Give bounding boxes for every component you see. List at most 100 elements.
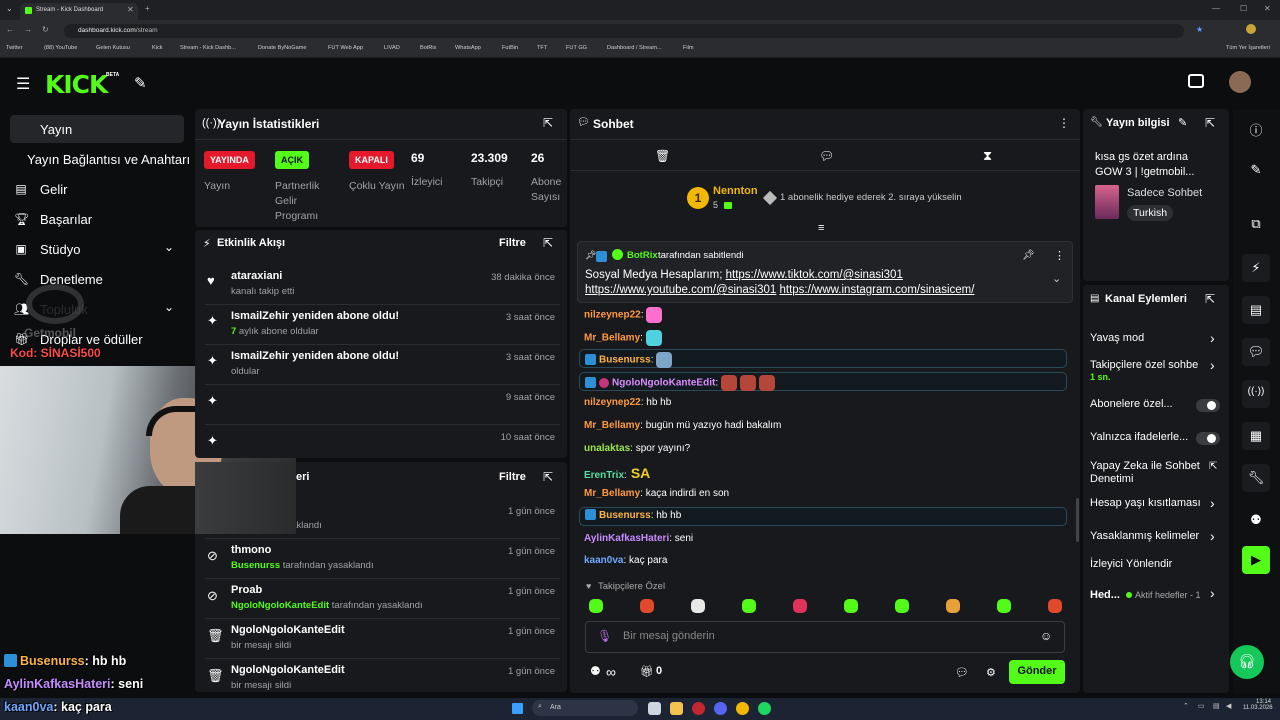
tray-volume-icon[interactable]: ◀ xyxy=(1226,702,1231,710)
windows-start-icon[interactable] xyxy=(512,703,523,714)
chrome-icon[interactable] xyxy=(736,702,749,715)
emoji-picker-icon[interactable]: ☺ xyxy=(1040,629,1052,643)
user-avatar[interactable] xyxy=(1229,71,1251,93)
chevron-down-icon[interactable]: ⌄ xyxy=(164,240,174,254)
chat-scrollbar[interactable] xyxy=(1076,498,1079,542)
bookmark-link[interactable]: BotRix xyxy=(420,45,436,51)
bookmark-star-icon[interactable]: ★ xyxy=(1196,25,1203,34)
chat-username[interactable]: Busenurss xyxy=(599,510,651,521)
bookmark-link[interactable]: Dashboard / Stream... xyxy=(607,45,662,51)
toggle-switch[interactable] xyxy=(1196,399,1220,412)
chevron-down-icon[interactable]: ⌄ xyxy=(164,300,174,314)
follower-emote[interactable] xyxy=(589,599,603,613)
popout-icon[interactable]: ⇱ xyxy=(543,470,553,484)
chat-username[interactable]: AylinKafkasHateri xyxy=(584,533,669,544)
pin-tool-icon[interactable]: ✎ xyxy=(134,74,147,92)
all-bookmarks-link[interactable]: Tüm Yer İşaretleri xyxy=(1226,45,1270,51)
sidebar-item-stream-key[interactable]: Yayın Bağlantısı ve Anahtarı xyxy=(10,145,200,173)
edit-pencil-icon[interactable]: ✎ xyxy=(1242,156,1270,184)
chat-username[interactable]: Busenurss xyxy=(599,355,651,366)
taskbar-clock[interactable]: 13:14 11.03.2026 xyxy=(1243,699,1273,711)
chevron-right-icon[interactable]: › xyxy=(1210,528,1215,544)
more-options-icon[interactable]: ⋮ xyxy=(1058,116,1070,130)
opera-icon[interactable] xyxy=(692,702,705,715)
chevron-right-icon[interactable]: › xyxy=(1210,585,1215,601)
bookmark-link[interactable]: FutBin xyxy=(502,45,518,51)
bookmark-link[interactable]: Donate ByNoGame xyxy=(258,45,307,51)
hourglass-icon[interactable]: ⧗ xyxy=(983,148,992,164)
unpin-icon[interactable]: 📌︎ xyxy=(1022,250,1035,261)
chat-username[interactable]: Mr_Bellamy xyxy=(584,333,640,344)
bookmark-link[interactable]: Twitter xyxy=(6,45,22,51)
spotify-icon[interactable] xyxy=(758,702,771,715)
chat-rules-icon[interactable]: 💬︎ xyxy=(955,666,969,679)
chat-username[interactable]: nilzeynep22 xyxy=(584,310,641,321)
tray-arrow-icon[interactable]: ⌃ xyxy=(1183,702,1189,710)
document-icon[interactable]: ▤ xyxy=(1242,296,1270,324)
kick-logo[interactable]: KICK xyxy=(45,70,108,99)
bookmark-link[interactable]: TFT xyxy=(537,45,547,51)
bookmark-link[interactable]: FUT Web App xyxy=(328,45,363,51)
instagram-link[interactable]: https://www.instagram.com/sinasicem/ xyxy=(780,284,975,296)
file-explorer-icon[interactable] xyxy=(670,702,683,715)
sidebar-item-revenue[interactable]: ▤ Gelir xyxy=(10,175,184,203)
bookmark-link[interactable]: FUT GG xyxy=(566,45,587,51)
gift-box-icon[interactable]: 🎁︎ xyxy=(640,665,654,678)
chevron-right-icon[interactable]: › xyxy=(1210,357,1215,373)
chat-username[interactable]: kaan0va xyxy=(584,555,623,566)
chevron-right-icon[interactable]: › xyxy=(1210,495,1215,511)
popout-icon[interactable]: ⇱ xyxy=(1205,116,1215,130)
chat-username[interactable]: nilzeynep22 xyxy=(584,397,641,408)
mod-event-user[interactable]: NgoloNgoloKanteEdit xyxy=(231,600,329,611)
follower-emote[interactable] xyxy=(640,599,654,613)
tab-list-icon[interactable]: ⌄ xyxy=(6,4,13,13)
points-icon[interactable]: ⚉ xyxy=(1242,506,1270,534)
settings-gear-icon[interactable]: ⚙ xyxy=(986,666,996,679)
trash-icon[interactable]: 🗑︎ xyxy=(655,149,670,163)
broadcast-icon[interactable]: ((·)) xyxy=(1242,380,1270,408)
microphone-icon[interactable]: 🎙︎ xyxy=(597,629,612,643)
tray-network-icon[interactable]: ▤ xyxy=(1213,702,1220,710)
capture-icon[interactable]: ⧉ xyxy=(1242,210,1270,238)
layout-icon[interactable]: ▦ xyxy=(1242,422,1270,450)
bookmark-link[interactable]: (88) YouTube xyxy=(44,45,77,51)
top-gifter-name[interactable]: Nennton xyxy=(713,185,758,197)
minimize-window-icon[interactable]: — xyxy=(1212,4,1220,13)
channel-action-item[interactable]: Takipçilere özel sohbe 1 sn. xyxy=(1090,359,1220,382)
chevron-right-icon[interactable]: › xyxy=(1210,330,1215,346)
follower-emote[interactable] xyxy=(742,599,756,613)
more-options-icon[interactable]: ⋮ xyxy=(1054,249,1065,262)
popout-icon[interactable]: ⇱ xyxy=(543,116,553,130)
wrench-icon[interactable]: 🔧︎ xyxy=(1242,464,1270,492)
channel-action-item[interactable]: Yavaş mod xyxy=(1090,332,1220,345)
hamburger-menu-icon[interactable]: ☰ xyxy=(16,74,30,94)
youtube-link[interactable]: https://www.youtube.com/@sinasi301 xyxy=(585,284,776,296)
tiktok-link[interactable]: https://www.tiktok.com/@sinasi301 xyxy=(726,269,903,281)
extension-icon[interactable] xyxy=(1246,24,1256,34)
follower-emote[interactable] xyxy=(691,599,705,613)
category-name[interactable]: Sadece Sohbet xyxy=(1127,187,1202,199)
collapse-icon[interactable]: ≡ xyxy=(818,222,824,234)
close-window-icon[interactable]: ✕ xyxy=(1264,4,1271,13)
support-chat-icon[interactable]: 🎧︎ xyxy=(1230,645,1264,679)
popout-icon[interactable]: ⇱ xyxy=(543,236,553,250)
follower-emote[interactable] xyxy=(997,599,1011,613)
taskbar-search[interactable]: Ara xyxy=(532,700,638,716)
back-icon[interactable]: ← xyxy=(6,25,14,34)
bookmark-link[interactable]: Kick xyxy=(152,45,163,51)
follower-emote[interactable] xyxy=(895,599,909,613)
lightning-icon[interactable]: ⚡︎ xyxy=(1242,254,1270,282)
mod-event-user[interactable]: Busenurss xyxy=(231,560,280,571)
bookmark-link[interactable]: Film xyxy=(683,45,694,51)
close-tab-icon[interactable]: ✕ xyxy=(127,5,134,14)
channel-action-item[interactable]: Hesap yaşı kısıtlaması xyxy=(1090,497,1220,510)
maximize-window-icon[interactable]: ☐ xyxy=(1240,4,1247,13)
clip-icon[interactable]: ▶ xyxy=(1242,546,1270,574)
channel-action-item[interactable]: Yapay Zeka ile Sohbet Denetimi xyxy=(1090,460,1220,486)
bookmark-link[interactable]: Stream - Kick Dashb... xyxy=(180,45,236,51)
edit-pencil-icon[interactable]: ✎ xyxy=(1178,116,1187,129)
chevron-down-icon[interactable]: ⌄ xyxy=(1052,272,1061,285)
follower-emote[interactable] xyxy=(793,599,807,613)
chat-input-placeholder[interactable]: Bir mesaj gönderin xyxy=(623,630,715,642)
sidebar-item-achievements[interactable]: 🏆︎ Başarılar xyxy=(10,205,184,233)
